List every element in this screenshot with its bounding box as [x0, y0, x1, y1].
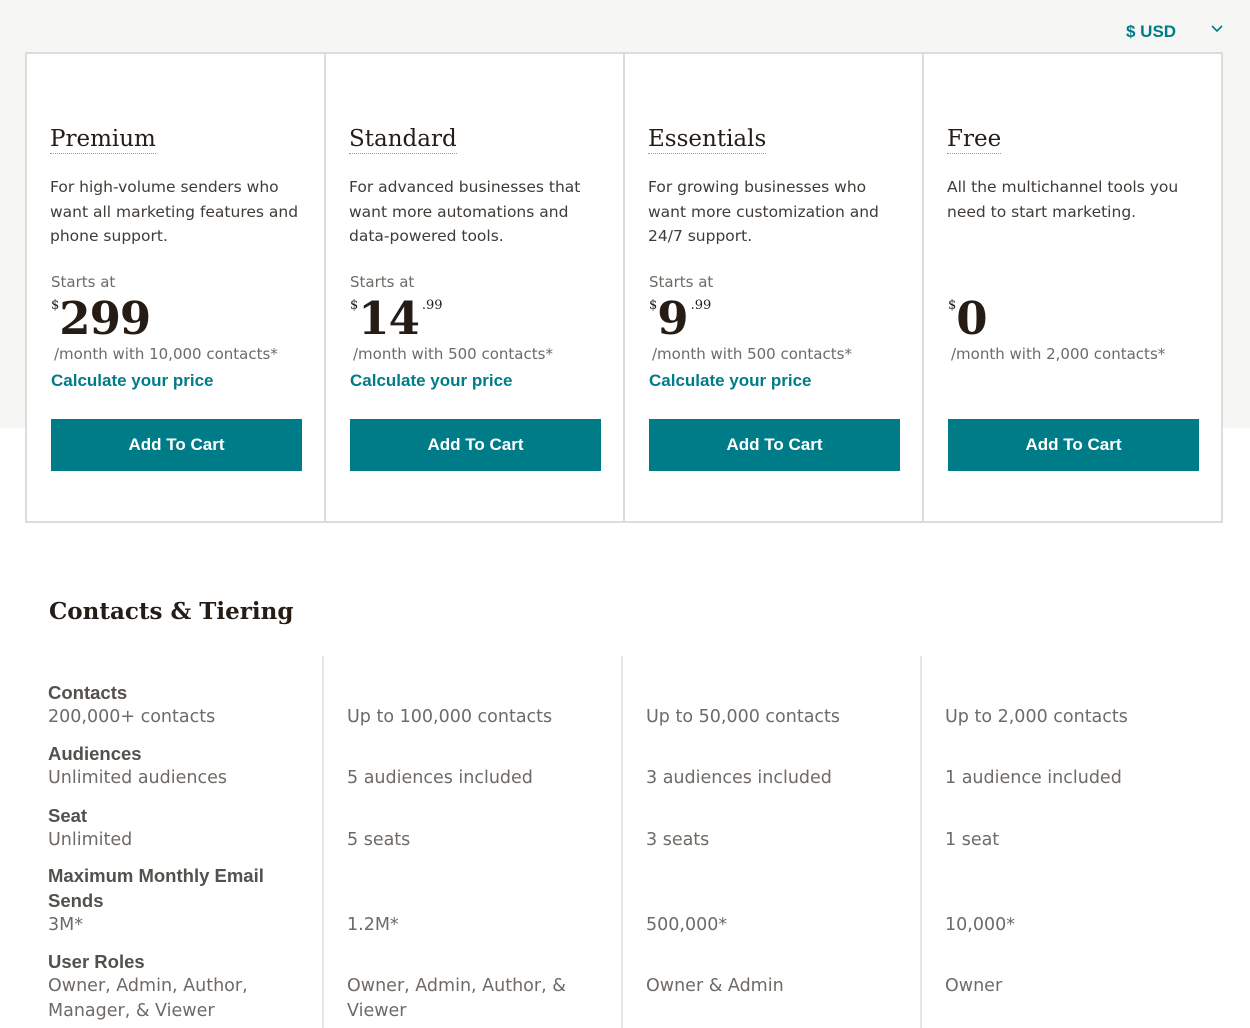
row-value: 10,000*: [945, 915, 1015, 935]
row-value: Owner: [945, 976, 1003, 996]
price-per-month: /month with 500 contacts*: [652, 345, 852, 363]
currency-label: $ USD: [1126, 22, 1177, 41]
price-per-month: /month with 500 contacts*: [353, 345, 553, 363]
currency-symbol: $: [649, 298, 658, 313]
row-value: Owner, Admin, Author, & Viewer: [347, 976, 566, 1021]
row-value: Unlimited audiences: [48, 768, 227, 788]
row-value: Up to 100,000 contacts: [347, 707, 553, 727]
row-value: Up to 2,000 contacts: [945, 707, 1128, 727]
row-value: Unlimited: [48, 830, 133, 850]
add-to-cart-button[interactable]: Add To Cart: [51, 419, 302, 471]
row-value: 3 seats: [646, 830, 710, 850]
starts-at-label: Starts at: [649, 273, 714, 291]
tier-column-premium: Contacts 200,000+ contacts Audiences Unl…: [25, 656, 324, 1028]
row-label-seat: Seat: [48, 805, 88, 826]
row-value: 5 seats: [347, 830, 411, 850]
row-value: 500,000*: [646, 915, 728, 935]
plan-name[interactable]: Essentials: [648, 126, 767, 154]
tiering-table: Contacts 200,000+ contacts Audiences Unl…: [25, 656, 1223, 1028]
plan-description: For growing businesses who want more cus…: [648, 178, 879, 245]
plan-name[interactable]: Free: [947, 126, 1002, 154]
row-value: 5 audiences included: [347, 768, 533, 788]
row-label-user-roles: User Roles: [48, 951, 145, 972]
plan-name[interactable]: Standard: [349, 126, 457, 154]
currency-symbol: $: [350, 298, 359, 313]
plan-price: $9.99: [649, 290, 711, 350]
plan-card-free: Free All the multichannel tools you need…: [924, 54, 1221, 521]
price-amount: 0: [956, 292, 987, 345]
calculate-price-link[interactable]: Calculate your price: [51, 371, 214, 391]
price-cents: .99: [421, 298, 443, 313]
plan-card-standard: Standard For advanced businesses that wa…: [326, 54, 625, 521]
row-label-audiences: Audiences: [48, 743, 142, 764]
row-label-max-monthly-sends: Maximum Monthly Email Sends: [48, 865, 264, 911]
plan-price: $14.99: [350, 290, 443, 350]
price-amount: 9: [657, 292, 688, 345]
plan-card-premium: Premium For high-volume senders who want…: [27, 54, 326, 521]
tier-column-free: Up to 2,000 contacts 1 audience included…: [922, 656, 1223, 1028]
price-per-month: /month with 10,000 contacts*: [54, 345, 278, 363]
currency-symbol: $: [51, 298, 60, 313]
plan-description: All the multichannel tools you need to s…: [947, 178, 1179, 221]
price-amount: 14: [358, 292, 420, 345]
calculate-price-link[interactable]: Calculate your price: [350, 371, 513, 391]
plan-description: For advanced businesses that want more a…: [349, 178, 581, 245]
row-value: 1 seat: [945, 830, 1000, 850]
plan-name[interactable]: Premium: [50, 126, 156, 154]
plan-description: For high-volume senders who want all mar…: [50, 178, 299, 245]
tier-column-essentials: Up to 50,000 contacts 3 audiences includ…: [623, 656, 922, 1028]
row-value: 1 audience included: [945, 768, 1122, 788]
starts-at-label: Starts at: [350, 273, 415, 291]
plan-price: $299: [51, 290, 153, 350]
add-to-cart-button[interactable]: Add To Cart: [948, 419, 1199, 471]
currency-symbol: $: [948, 298, 957, 313]
chevron-down-icon: [1211, 25, 1223, 33]
plan-cards: Premium For high-volume senders who want…: [25, 52, 1223, 523]
add-to-cart-button[interactable]: Add To Cart: [649, 419, 900, 471]
row-value: 1.2M*: [347, 915, 399, 935]
row-value: Up to 50,000 contacts: [646, 707, 841, 727]
price-cents: .99: [690, 298, 712, 313]
tier-column-standard: Up to 100,000 contacts 5 audiences inclu…: [324, 656, 623, 1028]
row-value: Owner & Admin: [646, 976, 784, 996]
currency-selector[interactable]: $ USD: [1126, 20, 1226, 44]
row-value: Owner, Admin, Author, Manager, & Viewer: [48, 976, 248, 1021]
section-title: Contacts & Tiering: [49, 598, 294, 625]
price-per-month: /month with 2,000 contacts*: [951, 345, 1166, 363]
starts-at-label: Starts at: [51, 273, 116, 291]
row-value: 200,000+ contacts: [48, 707, 216, 727]
plan-card-essentials: Essentials For growing businesses who wa…: [625, 54, 924, 521]
price-amount: 299: [59, 292, 151, 345]
row-label-contacts: Contacts: [48, 682, 128, 703]
plan-price: $0: [948, 290, 988, 350]
calculate-price-link[interactable]: Calculate your price: [649, 371, 812, 391]
row-value: 3 audiences included: [646, 768, 832, 788]
add-to-cart-button[interactable]: Add To Cart: [350, 419, 601, 471]
row-value: 3M*: [48, 915, 83, 935]
